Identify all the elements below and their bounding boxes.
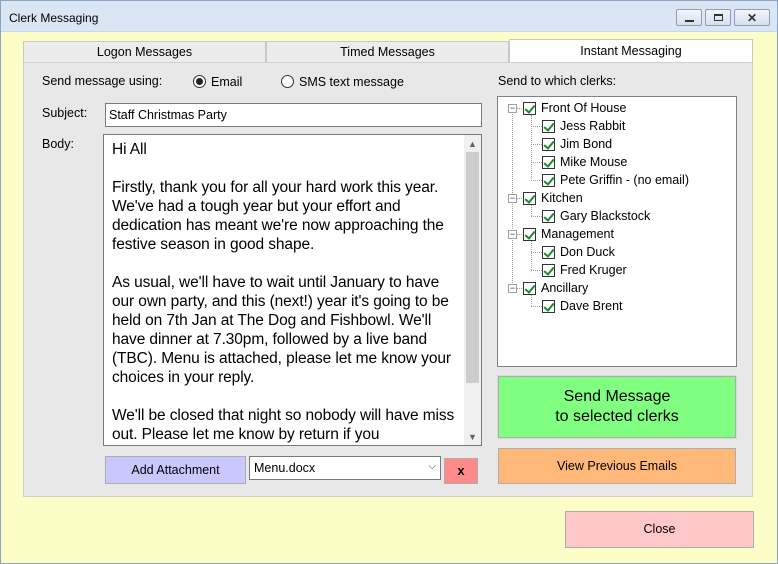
- tree-item-clerk[interactable]: Gary Blackstock: [542, 207, 650, 225]
- group-name: Front Of House: [541, 101, 627, 115]
- close-button[interactable]: Close: [565, 511, 754, 548]
- tree-group-front-of-house[interactable]: Front Of House: [523, 99, 626, 117]
- body-textarea[interactable]: Hi All Firstly, thank you for all your h…: [103, 134, 482, 446]
- collapse-icon[interactable]: −: [508, 104, 517, 113]
- checkbox-icon[interactable]: [542, 137, 555, 151]
- tree-item-clerk[interactable]: Pete Griffin - (no email): [542, 171, 689, 189]
- send-using-label: Send message using:: [42, 74, 163, 88]
- minimize-icon: [684, 19, 694, 22]
- email-radio-label[interactable]: Email: [211, 75, 242, 89]
- window-title: Clerk Messaging: [9, 11, 99, 25]
- clerk-name: Don Duck: [560, 245, 615, 259]
- title-bar: Clerk Messaging ✕: [1, 1, 777, 32]
- checkbox-icon[interactable]: [523, 227, 536, 241]
- send-message-button[interactable]: Send Message to selected clerks: [497, 375, 737, 439]
- remove-attachment-button[interactable]: x: [444, 458, 478, 484]
- maximize-icon: [713, 14, 723, 21]
- scroll-thumb[interactable]: [466, 152, 479, 383]
- instant-messaging-panel: Send message using: Email SMS text messa…: [23, 62, 753, 497]
- clerk-name: Jim Bond: [560, 137, 613, 151]
- send-button-line1: Send Message: [563, 388, 671, 405]
- recipients-label: Send to which clerks:: [498, 74, 617, 88]
- body-scrollbar[interactable]: ▲ ▼: [464, 135, 481, 445]
- tree-group-ancillary[interactable]: Ancillary: [523, 279, 588, 297]
- tree-item-clerk[interactable]: Dave Brent: [542, 297, 623, 315]
- sms-radio-label[interactable]: SMS text message: [299, 75, 404, 89]
- body-text[interactable]: Hi All Firstly, thank you for all your h…: [112, 140, 462, 444]
- clerk-name: Mike Mouse: [560, 155, 628, 169]
- checkbox-icon[interactable]: [542, 155, 555, 169]
- clerk-messaging-window: Clerk Messaging ✕ Logon Messages Timed M…: [0, 0, 778, 564]
- chevron-down-icon[interactable]: ⌵: [428, 461, 436, 472]
- clerk-tree[interactable]: − Front Of House Jess Rabbit Jim Bond Mi…: [497, 96, 737, 367]
- tree-item-clerk[interactable]: Jess Rabbit: [542, 117, 625, 135]
- tree-group-management[interactable]: Management: [523, 225, 614, 243]
- sms-radio[interactable]: [281, 75, 294, 88]
- checkbox-icon[interactable]: [523, 101, 536, 115]
- maximize-button[interactable]: [705, 9, 731, 26]
- close-icon: ✕: [746, 10, 758, 25]
- collapse-icon[interactable]: −: [508, 194, 517, 203]
- checkbox-icon[interactable]: [542, 173, 555, 187]
- checkbox-icon[interactable]: [542, 263, 555, 277]
- collapse-icon[interactable]: −: [508, 230, 517, 239]
- checkbox-icon[interactable]: [542, 299, 555, 313]
- tab-strip: Logon Messages Timed Messages Instant Me…: [23, 39, 753, 63]
- checkbox-icon[interactable]: [523, 281, 536, 295]
- group-name: Management: [541, 227, 614, 241]
- group-name: Ancillary: [541, 281, 589, 295]
- tree-item-clerk[interactable]: Jim Bond: [542, 135, 612, 153]
- collapse-icon[interactable]: −: [508, 284, 517, 293]
- attachment-select[interactable]: Menu.docx ⌵: [249, 456, 441, 480]
- tree-item-clerk[interactable]: Mike Mouse: [542, 153, 627, 171]
- clerk-name: Gary Blackstock: [560, 209, 651, 223]
- tree-item-clerk[interactable]: Fred Kruger: [542, 261, 627, 279]
- tab-timed-messages[interactable]: Timed Messages: [266, 41, 509, 63]
- checkbox-icon[interactable]: [542, 245, 555, 259]
- tree-item-clerk[interactable]: Don Duck: [542, 243, 615, 261]
- add-attachment-button[interactable]: Add Attachment: [105, 456, 246, 484]
- tree-group-kitchen[interactable]: Kitchen: [523, 189, 583, 207]
- minimize-button[interactable]: [676, 9, 702, 26]
- checkbox-icon[interactable]: [523, 191, 536, 205]
- group-name: Kitchen: [541, 191, 583, 205]
- checkbox-icon[interactable]: [542, 209, 555, 223]
- subject-input[interactable]: Staff Christmas Party: [105, 103, 482, 127]
- send-button-line2: to selected clerks: [555, 408, 679, 425]
- clerk-name: Pete Griffin - (no email): [560, 173, 689, 187]
- body-label: Body:: [42, 137, 74, 151]
- view-previous-emails-button[interactable]: View Previous Emails: [498, 448, 736, 484]
- email-radio[interactable]: [193, 75, 206, 88]
- subject-label: Subject:: [42, 106, 88, 120]
- clerk-name: Dave Brent: [560, 299, 623, 313]
- tab-logon-messages[interactable]: Logon Messages: [23, 41, 266, 63]
- clerk-name: Fred Kruger: [560, 263, 627, 277]
- window-close-button[interactable]: ✕: [734, 9, 770, 26]
- checkbox-icon[interactable]: [542, 119, 555, 133]
- attachment-select-value: Menu.docx: [254, 461, 316, 475]
- clerk-name: Jess Rabbit: [560, 119, 626, 133]
- tab-instant-messaging[interactable]: Instant Messaging: [509, 39, 753, 63]
- scroll-up-icon[interactable]: ▲: [464, 135, 481, 152]
- scroll-down-icon[interactable]: ▼: [464, 428, 481, 445]
